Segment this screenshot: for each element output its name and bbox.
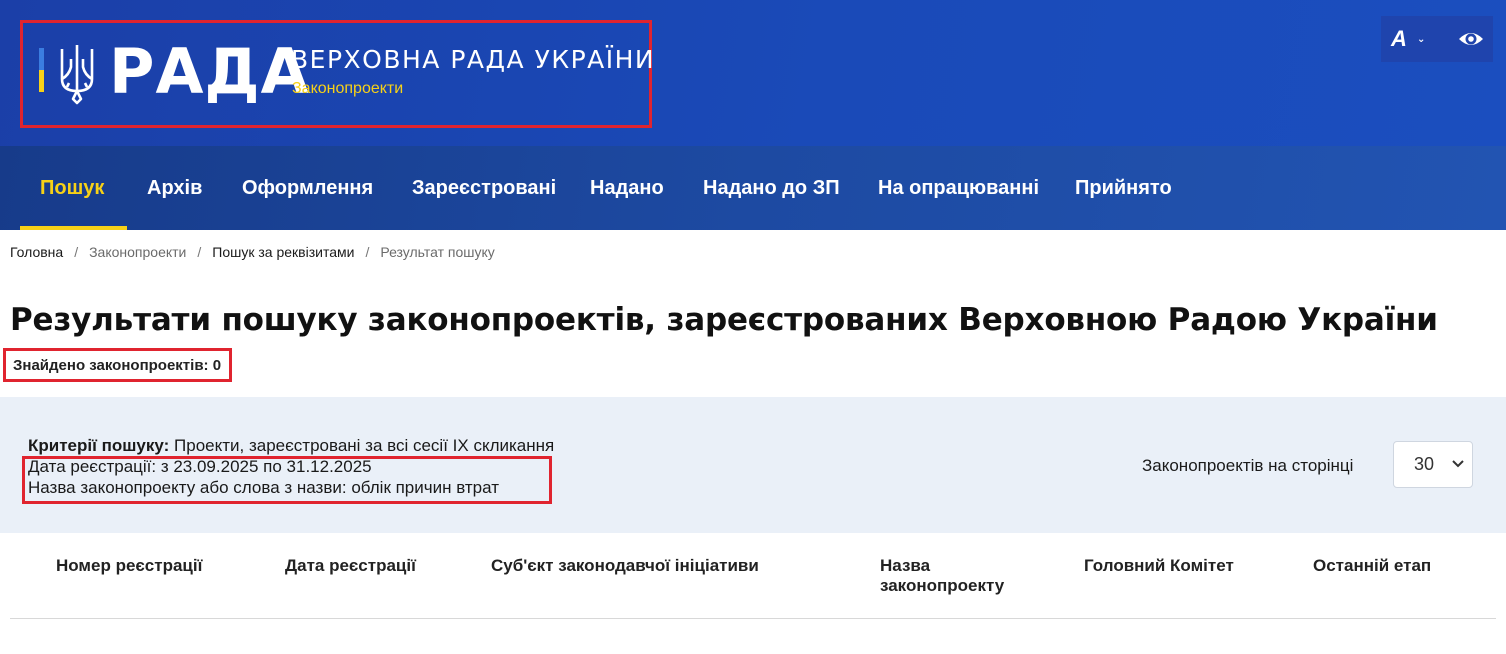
criteria-label: Критерії пошуку:: [28, 436, 170, 455]
criteria-highlight-box: [22, 456, 552, 504]
column-header-reg-date[interactable]: Дата реєстрації: [285, 556, 416, 576]
accessibility-toolbar: A ⌄: [1381, 16, 1493, 62]
font-size-label: A: [1391, 26, 1407, 51]
found-count: Знайдено законопроектів: 0: [13, 357, 222, 374]
per-page-value: 30: [1414, 454, 1435, 474]
per-page-label: Законопроектів на сторінці: [1142, 456, 1354, 475]
site-header: РАДА ВЕРХОВНА РАДА УКРАЇНИ Законопроекти…: [0, 0, 1506, 146]
eye-icon[interactable]: [1457, 26, 1485, 52]
criteria-session: Проекти, зареєстровані за всі сесії IX с…: [174, 436, 555, 455]
nav-item-adopted[interactable]: Прийнято: [1075, 146, 1172, 230]
breadcrumb-current: Результат пошуку: [380, 244, 495, 260]
column-header-initiator[interactable]: Суб'єкт законодавчої ініціативи: [491, 556, 759, 576]
site-title: ВЕРХОВНА РАДА УКРАЇНИ: [291, 45, 656, 74]
column-header-main-committee[interactable]: Головний Комітет: [1084, 556, 1234, 576]
nav-item-search[interactable]: Пошук: [40, 146, 104, 230]
table-divider: [10, 618, 1496, 619]
chevron-down-icon: [1452, 460, 1464, 468]
column-header-bill-title[interactable]: Назва законопроекту: [880, 556, 1020, 596]
breadcrumb-home[interactable]: Головна: [10, 244, 63, 260]
breadcrumb-separator: /: [197, 244, 202, 260]
breadcrumb-separator: /: [365, 244, 370, 260]
breadcrumb-search-by-details[interactable]: Пошук за реквізитами: [212, 244, 354, 260]
trident-icon: [60, 45, 94, 105]
nav-item-drafting[interactable]: Оформлення: [242, 146, 373, 230]
per-page-select[interactable]: 30: [1393, 441, 1473, 488]
site-subtitle: Законопроекти: [292, 80, 404, 97]
chevron-down-icon: ⌄: [1417, 34, 1426, 45]
main-nav: Пошук Архів Оформлення Зареєстровані Над…: [0, 146, 1506, 230]
active-tab-indicator: [20, 226, 127, 230]
logo-highlight-box[interactable]: РАДА ВЕРХОВНА РАДА УКРАЇНИ Законопроекти: [20, 20, 656, 128]
breadcrumb-separator: /: [74, 244, 79, 260]
found-count-highlight: Знайдено законопроектів: 0: [3, 348, 232, 382]
logo-wordmark: РАДА: [109, 35, 310, 108]
page-title: Результати пошуку законопроектів, зареєс…: [10, 302, 1438, 338]
font-size-button[interactable]: A ⌄: [1391, 22, 1435, 56]
nav-item-archive[interactable]: Архів: [147, 146, 202, 230]
flag-icon: [39, 48, 44, 92]
breadcrumb-bills[interactable]: Законопроекти: [89, 244, 186, 260]
column-header-last-stage[interactable]: Останній етап: [1313, 556, 1431, 576]
criteria-line-session: Критерії пошуку: Проекти, зареєстровані …: [28, 436, 554, 456]
nav-item-submitted[interactable]: Надано: [590, 146, 664, 230]
column-header-reg-number[interactable]: Номер реєстрації: [56, 556, 202, 576]
nav-item-submitted-to-plenary[interactable]: Надано до ЗП: [703, 146, 840, 230]
breadcrumb: Головна / Законопроекти / Пошук за реквізита…: [10, 244, 495, 260]
nav-item-registered[interactable]: Зареєстровані: [412, 146, 556, 230]
nav-item-in-processing[interactable]: На опрацюванні: [878, 146, 1039, 230]
